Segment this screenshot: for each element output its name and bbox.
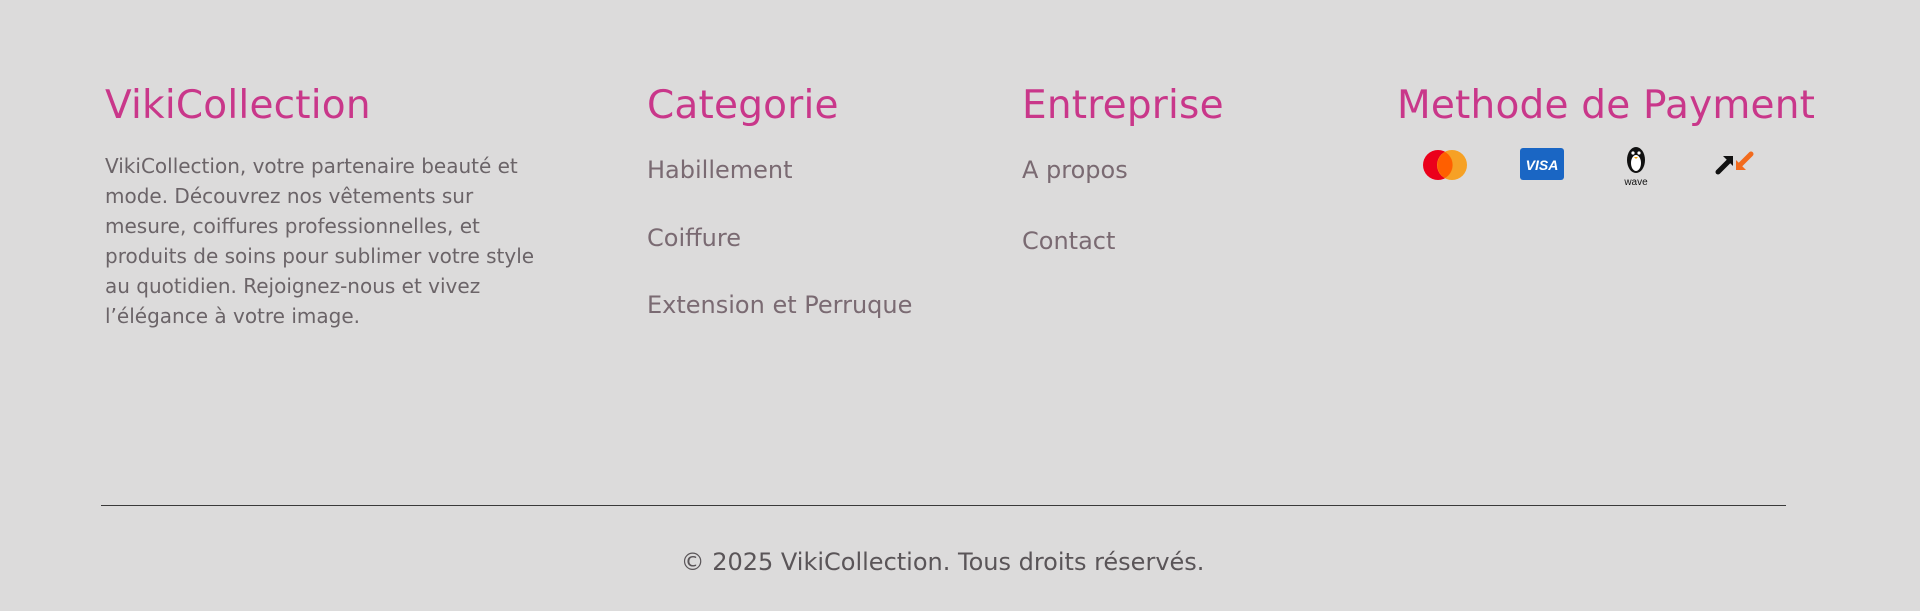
entreprise-column: Entreprise A propos Contact <box>1022 82 1322 255</box>
brand-title: VikiCollection <box>105 83 371 128</box>
link-contact[interactable]: Contact <box>1022 227 1115 255</box>
link-coiffure[interactable]: Coiffure <box>647 224 741 252</box>
footer-divider <box>101 505 1786 506</box>
visa-icon: VISA <box>1520 148 1564 184</box>
payment-column: Methode de Payment VISA wave <box>1397 82 1817 188</box>
categorie-column: Categorie Habillement Coiffure Extension… <box>647 82 967 319</box>
orange-money-icon <box>1715 150 1755 180</box>
svg-text:VISA: VISA <box>1526 157 1559 173</box>
brand-column: VikiCollection VikiCollection, votre par… <box>105 82 545 331</box>
brand-description: VikiCollection, votre partenaire beauté … <box>105 154 535 328</box>
wave-icon: wave <box>1619 143 1653 191</box>
copyright-text: © 2025 VikiCollection. Tous droits réser… <box>680 548 1205 576</box>
payment-heading: Methode de Payment <box>1397 83 1816 128</box>
link-extension-perruque[interactable]: Extension et Perruque <box>647 291 912 319</box>
categorie-heading: Categorie <box>647 83 839 128</box>
link-a-propos[interactable]: A propos <box>1022 156 1128 184</box>
site-footer: VikiCollection VikiCollection, votre par… <box>0 0 1920 611</box>
svg-text:wave: wave <box>1623 177 1648 187</box>
payment-icons: VISA wave <box>1397 147 1797 198</box>
entreprise-heading: Entreprise <box>1022 83 1224 128</box>
mastercard-icon <box>1421 148 1469 186</box>
link-habillement[interactable]: Habillement <box>647 156 793 184</box>
